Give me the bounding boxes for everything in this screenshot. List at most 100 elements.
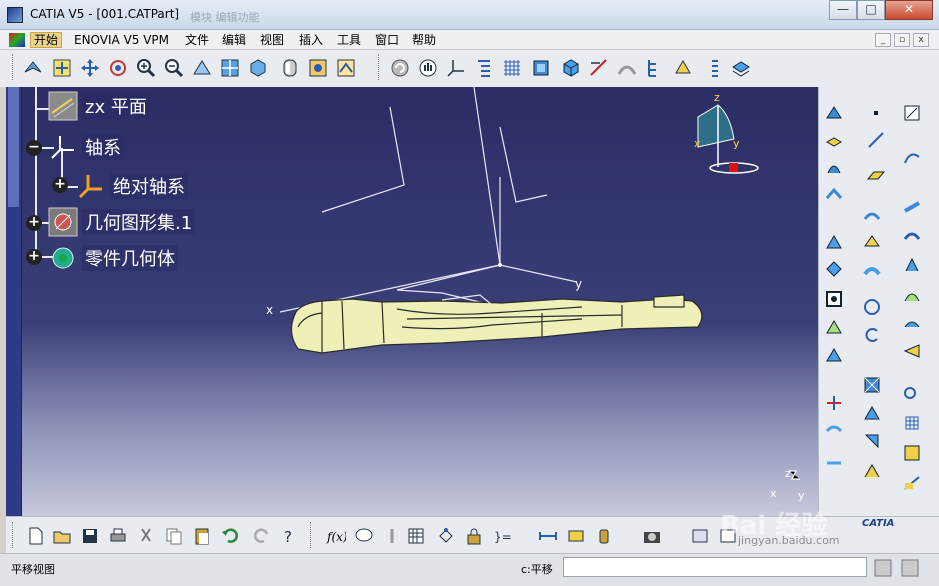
swap-space-icon[interactable] <box>335 57 357 79</box>
surface-icon[interactable] <box>902 197 922 217</box>
expand-toggle[interactable]: + <box>52 177 68 193</box>
menu-tools[interactable]: 工具 <box>334 32 364 48</box>
extract-icon[interactable] <box>902 255 922 275</box>
print-icon[interactable] <box>108 526 128 546</box>
whats-this-icon[interactable]: ? <box>280 526 300 546</box>
extrude-icon[interactable] <box>824 130 844 150</box>
close-button[interactable]: ✕ <box>885 0 933 20</box>
split-icon[interactable] <box>862 259 882 279</box>
menu-start[interactable]: 开始 <box>30 32 63 48</box>
sweep-icon[interactable] <box>616 57 638 79</box>
tree-scroll-handle[interactable] <box>8 87 19 207</box>
mdi-minimize-button[interactable]: _ <box>875 33 891 47</box>
menu-file[interactable]: 文件 <box>182 32 212 48</box>
revolve-icon[interactable] <box>824 157 844 177</box>
menu-view[interactable]: 视图 <box>257 32 287 48</box>
open-file-icon[interactable] <box>52 526 72 546</box>
spec-tree-icon[interactable] <box>644 57 666 79</box>
tree-node-zx-plane[interactable]: zx 平面 <box>48 91 150 121</box>
plane-tool-icon[interactable] <box>866 165 886 185</box>
measure-between-icon[interactable] <box>538 526 558 546</box>
menu-window[interactable]: 窗口 <box>372 32 402 48</box>
trim-icon[interactable] <box>824 259 844 279</box>
box-icon[interactable] <box>824 289 844 309</box>
table-icon[interactable] <box>406 526 426 546</box>
tree-scroll-strip[interactable] <box>6 87 22 516</box>
menu-insert[interactable]: 插入 <box>296 32 326 48</box>
hide-show-icon[interactable] <box>307 57 329 79</box>
knowledge-icon[interactable] <box>672 57 694 79</box>
cube-icon[interactable] <box>560 57 582 79</box>
comment-icon[interactable] <box>354 526 374 546</box>
measure-icon[interactable] <box>588 57 610 79</box>
stop-command-icon[interactable] <box>900 558 920 578</box>
parameter-icon[interactable] <box>382 526 402 546</box>
toolbar-grip[interactable] <box>12 54 15 80</box>
inertia-icon[interactable] <box>594 526 614 546</box>
toolbar-grip[interactable] <box>310 522 313 548</box>
new-file-icon[interactable] <box>26 526 46 546</box>
pan-icon[interactable] <box>79 57 101 79</box>
matrix-icon[interactable] <box>902 413 922 433</box>
maximize-button[interactable]: □ <box>857 0 885 20</box>
blend-icon[interactable] <box>824 232 844 252</box>
affinity-icon[interactable] <box>902 341 922 361</box>
hand-icon[interactable] <box>417 57 439 79</box>
undo-icon[interactable] <box>220 526 240 546</box>
symmetry-icon[interactable] <box>902 313 922 333</box>
repetition-icon[interactable] <box>902 383 922 403</box>
cancel-command-icon[interactable] <box>873 558 893 578</box>
document-icon[interactable] <box>9 33 25 47</box>
law-icon[interactable] <box>902 473 922 493</box>
fly-mode-icon[interactable] <box>22 57 44 79</box>
project-icon[interactable] <box>862 403 882 423</box>
pattern-icon[interactable] <box>862 375 882 395</box>
rule-icon[interactable]: }= <box>492 526 512 546</box>
normal-view-icon[interactable] <box>191 57 213 79</box>
fit-all-icon[interactable] <box>51 57 73 79</box>
formula-icon[interactable]: f(x) <box>326 526 346 546</box>
tree-node-part-body[interactable]: 零件几何体 <box>48 243 178 273</box>
graph-icon[interactable] <box>436 526 456 546</box>
collapse-toggle[interactable]: − <box>26 140 42 156</box>
panel-icon[interactable] <box>690 526 710 546</box>
cut-icon[interactable] <box>136 526 156 546</box>
list-icon[interactable] <box>703 57 725 79</box>
spline-icon[interactable] <box>902 147 922 167</box>
menu-edit[interactable]: 编辑 <box>219 32 249 48</box>
menu-enovia[interactable]: ENOVIA V5 VPM <box>71 32 172 48</box>
zoom-in-icon[interactable] <box>135 57 157 79</box>
catalog-icon[interactable] <box>902 443 922 463</box>
offset-icon[interactable] <box>824 184 844 204</box>
tree-icon[interactable] <box>473 57 495 79</box>
sketcher-icon[interactable] <box>902 103 922 123</box>
rotate-tool-icon[interactable] <box>862 325 882 345</box>
capture-icon[interactable] <box>642 526 662 546</box>
scale-icon[interactable] <box>824 345 844 365</box>
line-icon[interactable] <box>866 130 886 150</box>
point-icon[interactable] <box>866 103 886 123</box>
axis-system-tool-icon[interactable] <box>445 57 467 79</box>
tree-node-absolute-axis[interactable]: 绝对轴系 <box>76 171 188 201</box>
circle-icon[interactable] <box>862 297 882 317</box>
translate-icon[interactable] <box>824 317 844 337</box>
toolbar-grip[interactable] <box>378 54 381 80</box>
paste-icon[interactable] <box>192 526 212 546</box>
grid-icon[interactable] <box>501 57 523 79</box>
redo-icon[interactable] <box>252 526 272 546</box>
fillet-icon[interactable] <box>902 285 922 305</box>
menu-help[interactable]: 帮助 <box>409 32 439 48</box>
toolbar-grip[interactable] <box>12 522 15 548</box>
wrap-icon[interactable] <box>862 461 882 481</box>
join-icon[interactable] <box>902 227 922 247</box>
lock-icon[interactable] <box>464 526 484 546</box>
tree-node-axis-system[interactable]: 轴系 <box>48 132 124 162</box>
sweep-surface-icon[interactable] <box>862 205 882 225</box>
command-input[interactable] <box>563 557 867 577</box>
minimize-button[interactable]: — <box>829 0 857 20</box>
copy-icon[interactable] <box>164 526 184 546</box>
layers-icon[interactable] <box>730 57 752 79</box>
mdi-restore-button[interactable]: ▫ <box>894 33 910 47</box>
save-icon[interactable] <box>80 526 100 546</box>
connect-icon[interactable] <box>824 449 844 469</box>
